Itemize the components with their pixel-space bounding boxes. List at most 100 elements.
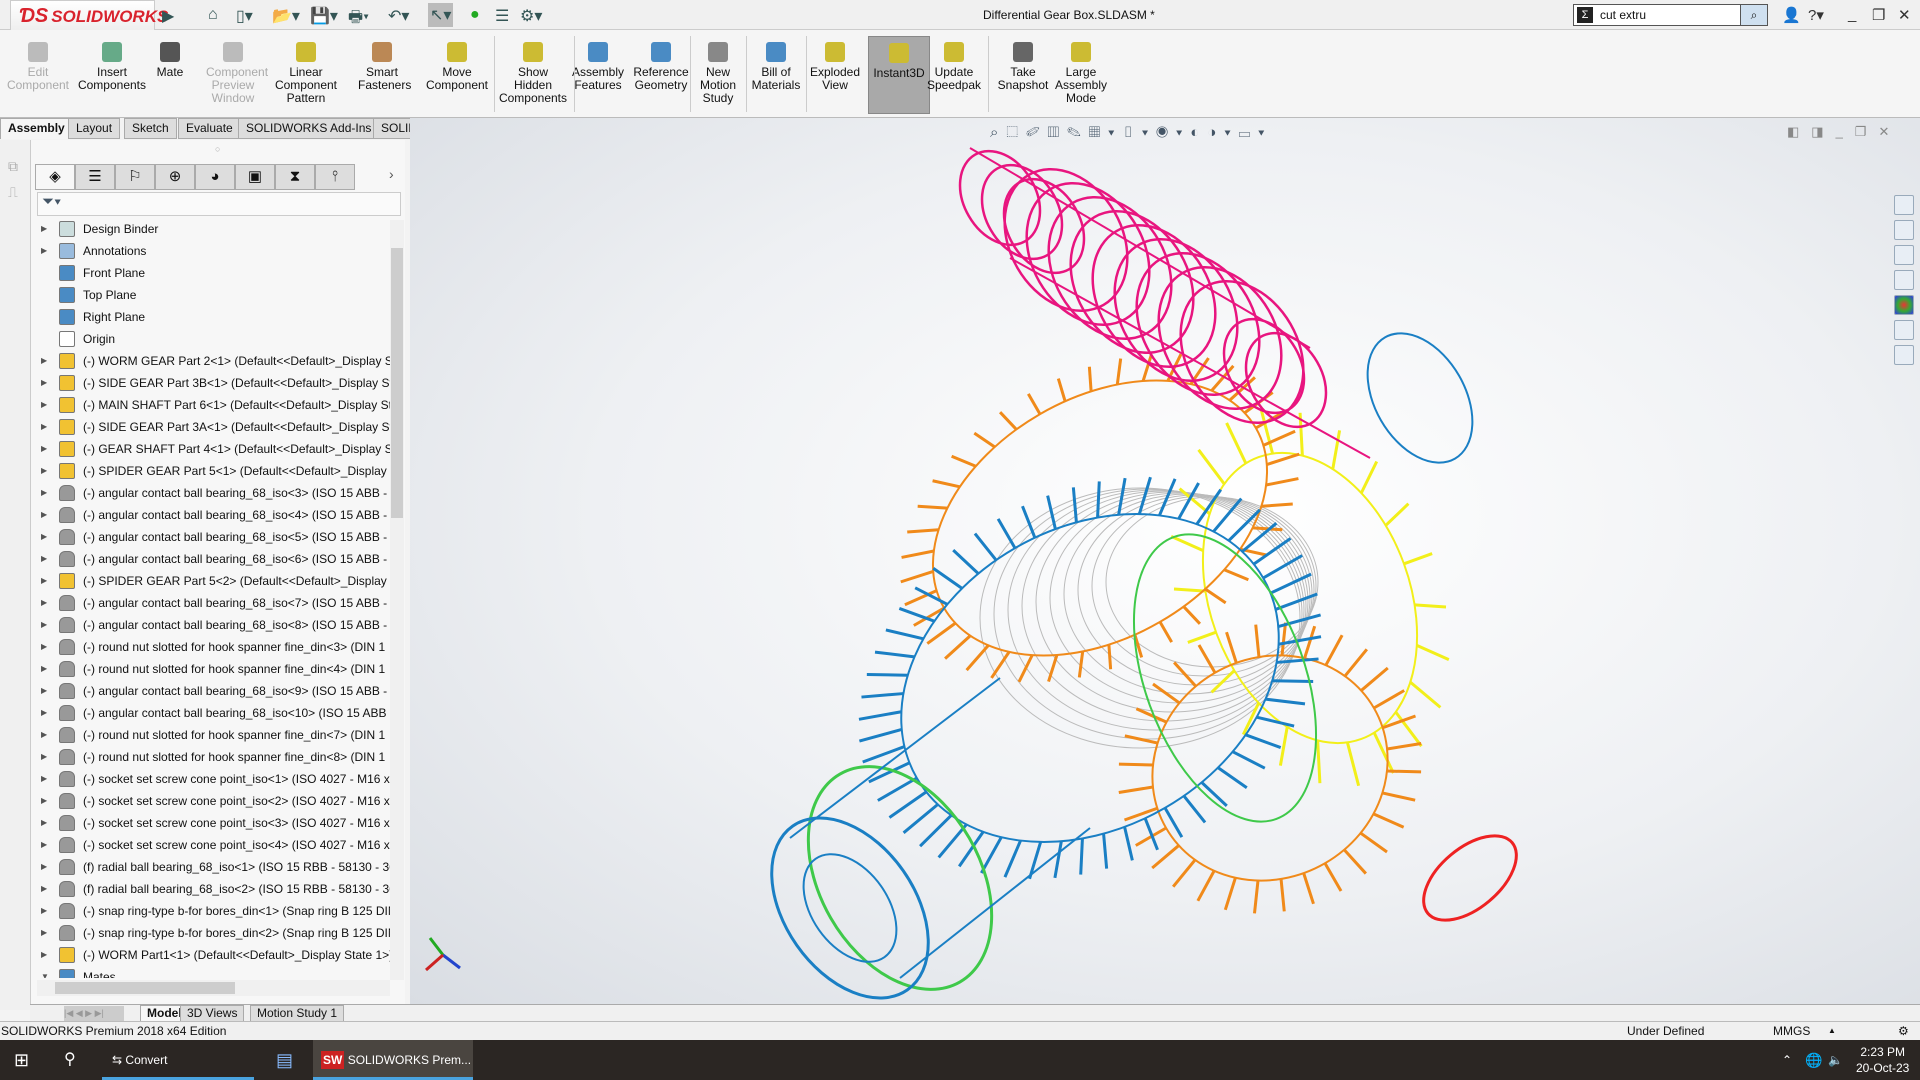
viewport-window-controls[interactable]: ◧◨_❐✕ xyxy=(1787,124,1901,140)
scrollbar-thumb[interactable] xyxy=(55,982,235,994)
units-selector[interactable]: MMGS xyxy=(1773,1022,1810,1040)
ribbon-button-insert-components[interactable]: Insert Components xyxy=(76,42,148,92)
expand-arrow-icon[interactable]: ▶ xyxy=(41,438,47,460)
tree-item[interactable]: ▶ (-) angular contact ball bearing_68_iso… xyxy=(37,504,390,526)
differential-gear-model[interactable] xyxy=(410,118,1920,1004)
tree-item[interactable]: ▶ (-) SPIDER GEAR Part 5<2> (Default<<Def… xyxy=(37,570,390,592)
tray-chevron-icon[interactable]: ⌃ xyxy=(1782,1040,1792,1080)
new-document-icon[interactable]: ▯▾ xyxy=(236,6,253,26)
tree-item[interactable]: ▶ (-) MAIN SHAFT Part 6<1> (Default<<Defa… xyxy=(37,394,390,416)
tree-item[interactable]: ▶ (-) socket set screw cone point_iso<4> … xyxy=(37,834,390,856)
ribbon-button-update-speedpak[interactable]: Update Speedpak xyxy=(926,42,982,92)
network-icon[interactable]: 🌐 xyxy=(1805,1040,1822,1080)
file-explorer-icon[interactable] xyxy=(1894,245,1914,265)
scrollbar-thumb[interactable] xyxy=(391,248,403,518)
expand-arrow-icon[interactable]: ▶ xyxy=(41,570,47,592)
ribbon-button-take-snapshot[interactable]: Take Snapshot xyxy=(996,42,1050,92)
expand-arrow-icon[interactable]: ▶ xyxy=(41,482,47,504)
close-icon[interactable]: ✕ xyxy=(1898,6,1911,24)
tree-item[interactable]: ▶ (-) angular contact ball bearing_68_iso… xyxy=(37,548,390,570)
ribbon-button-show-hidden-components[interactable]: Show Hidden Components xyxy=(496,42,570,105)
search-icon[interactable]: ⚲ xyxy=(64,1040,76,1080)
tree-vertical-scrollbar[interactable] xyxy=(390,220,404,980)
expand-arrow-icon[interactable]: ▶ xyxy=(41,614,47,636)
print-icon[interactable]: 🖶▾ xyxy=(348,6,369,33)
undo-icon[interactable]: ↶▾ xyxy=(388,6,409,26)
expand-arrow-icon[interactable]: ▶ xyxy=(41,504,47,526)
windows-start-icon[interactable]: ⊞ xyxy=(14,1040,29,1080)
tree-item[interactable]: ▶ (-) socket set screw cone point_iso<1> … xyxy=(37,768,390,790)
panel-tab-0[interactable]: ◈ xyxy=(35,164,75,190)
tree-item[interactable]: ▶ (f) radial ball bearing_68_iso<2> (ISO … xyxy=(37,878,390,900)
panel-tab-4[interactable]: ◕ xyxy=(195,164,235,190)
tree-item[interactable]: ▶ (-) round nut slotted for hook spanner … xyxy=(37,658,390,680)
taskbar-convert[interactable]: ⇆ Convert xyxy=(102,1040,254,1080)
menu-expand-arrow-icon[interactable]: ▶ xyxy=(162,6,174,26)
search-commands-input[interactable]: Σcut extru xyxy=(1573,4,1768,26)
help-icon[interactable]: ?▾ xyxy=(1808,6,1824,24)
expand-arrow-icon[interactable]: ▶ xyxy=(41,790,47,812)
expand-arrow-icon[interactable]: ▶ xyxy=(41,680,47,702)
design-library-icon[interactable] xyxy=(1894,220,1914,240)
expand-arrow-icon[interactable]: ▶ xyxy=(41,658,47,680)
bottom-tab-motion-study-1[interactable]: Motion Study 1 xyxy=(250,1005,345,1022)
units-up-arrow-icon[interactable]: ▲ xyxy=(1828,1022,1836,1040)
bottom-tab-3d-views[interactable]: 3D Views xyxy=(180,1005,245,1022)
tree-item[interactable]: Front Plane xyxy=(37,262,390,284)
tab-evaluate[interactable]: Evaluate xyxy=(178,118,241,139)
tree-item[interactable]: ▶ (-) angular contact ball bearing_68_iso… xyxy=(37,702,390,724)
forum-icon[interactable] xyxy=(1894,345,1914,365)
ribbon-button-smart-fasteners[interactable]: Smart Fasteners xyxy=(358,42,411,92)
restore-icon[interactable]: ❐ xyxy=(1872,6,1885,24)
ribbon-button-assembly-features[interactable]: Assembly Features xyxy=(572,42,624,92)
open-icon[interactable]: 📂▾ xyxy=(272,6,300,26)
tree-item[interactable]: ▶ (-) round nut slotted for hook spanner … xyxy=(37,636,390,658)
tab-layout[interactable]: Layout xyxy=(68,118,121,139)
tree-item[interactable]: ▶ (-) angular contact ball bearing_68_iso… xyxy=(37,680,390,702)
ribbon-button-large-assembly-mode[interactable]: Large Assembly Mode xyxy=(1054,42,1108,105)
step-icon[interactable]: ⎍ xyxy=(8,184,18,201)
tree-item[interactable]: ▶ (-) snap ring-type b-for bores_din<2> (… xyxy=(37,922,390,944)
tree-item[interactable]: Right Plane xyxy=(37,306,390,328)
solidworks-logo[interactable]: ƊS SOLIDWORKS xyxy=(10,0,168,32)
tree-item[interactable]: ▶ (f) radial ball bearing_68_iso<1> (ISO … xyxy=(37,856,390,878)
tree-item[interactable]: Origin xyxy=(37,328,390,350)
tree-filter[interactable]: ⏷▾ xyxy=(37,192,401,216)
rebuild-icon[interactable]: ● xyxy=(470,6,480,24)
expand-arrow-icon[interactable]: ▶ xyxy=(41,592,47,614)
tree-item[interactable]: ▶ (-) socket set screw cone point_iso<2> … xyxy=(37,790,390,812)
tree-item[interactable]: ▶ (-) SPIDER GEAR Part 5<1> (Default<<Def… xyxy=(37,460,390,482)
breadcrumb-icon[interactable]: ⧉ xyxy=(8,158,18,175)
tree-item[interactable]: ▶ (-) angular contact ball bearing_68_iso… xyxy=(37,482,390,504)
panel-tabs-more-icon[interactable]: › xyxy=(389,166,394,182)
volume-icon[interactable]: 🔈 xyxy=(1828,1040,1843,1080)
expand-arrow-icon[interactable]: ▶ xyxy=(41,746,47,768)
ribbon-button-move-component[interactable]: Move Component xyxy=(424,42,490,92)
save-icon[interactable]: 💾▾ xyxy=(310,6,338,26)
expand-arrow-icon[interactable]: ▶ xyxy=(41,922,47,944)
filter-icon[interactable]: ⏷▾ xyxy=(42,193,61,210)
ribbon-button-mate[interactable]: Mate xyxy=(152,42,188,79)
expand-arrow-icon[interactable]: ▶ xyxy=(41,240,47,262)
expand-arrow-icon[interactable]: ▶ xyxy=(41,218,47,240)
expand-arrow-icon[interactable]: ▶ xyxy=(41,944,47,966)
ribbon-button-reference-geometry[interactable]: Reference Geometry xyxy=(630,42,692,92)
panel-tab-3[interactable]: ⊕ xyxy=(155,164,195,190)
expand-arrow-icon[interactable]: ▶ xyxy=(41,548,47,570)
tab-sketch[interactable]: Sketch xyxy=(124,118,177,139)
expand-arrow-icon[interactable]: ▶ xyxy=(41,636,47,658)
search-button[interactable]: ⌕ xyxy=(1740,4,1768,26)
tree-item[interactable]: ▼ Mates xyxy=(37,966,390,978)
tab-solidworks-add-ins[interactable]: SOLIDWORKS Add-Ins xyxy=(238,118,380,139)
tree-item[interactable]: ▶ (-) socket set screw cone point_iso<3> … xyxy=(37,812,390,834)
expand-arrow-icon[interactable]: ▶ xyxy=(41,416,47,438)
ribbon-button-instant3d[interactable]: Instant3D xyxy=(868,36,930,114)
rebuild-status-icon[interactable]: ⚙ xyxy=(1898,1022,1909,1040)
taskbar-solidworks[interactable]: SW SOLIDWORKS Prem... xyxy=(313,1040,473,1080)
tree-item[interactable]: ▶ (-) round nut slotted for hook spanner … xyxy=(37,724,390,746)
user-icon[interactable]: 👤 xyxy=(1782,6,1801,24)
expand-arrow-icon[interactable]: ▶ xyxy=(41,878,47,900)
panel-tab-2[interactable]: ⚐ xyxy=(115,164,155,190)
select-icon[interactable]: ↖▾ xyxy=(428,3,454,27)
expand-arrow-icon[interactable]: ▶ xyxy=(41,812,47,834)
